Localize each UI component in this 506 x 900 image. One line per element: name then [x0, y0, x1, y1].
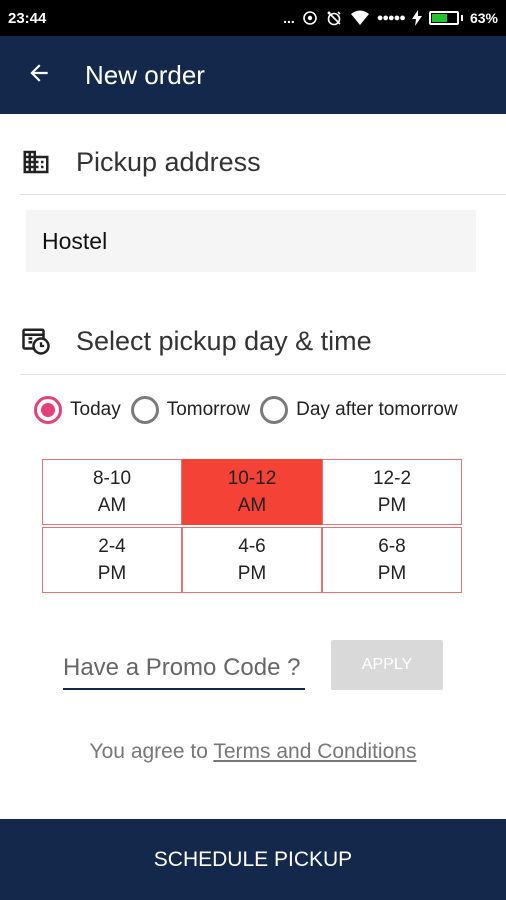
pickup-address-field[interactable]: Hostel	[26, 210, 476, 272]
alarm-off-icon	[325, 9, 343, 27]
wifi-icon	[350, 10, 370, 26]
slot-range: 8-10	[92, 468, 132, 489]
signal-strength: ●●●●●	[376, 12, 406, 24]
status-icons: ... ●●●●● 63%	[283, 9, 498, 27]
radio-button-icon	[260, 396, 289, 424]
promo-code-field	[63, 648, 305, 690]
apply-button[interactable]: APPLY	[331, 640, 443, 690]
battery-icon	[428, 11, 463, 25]
slot-period: AM	[97, 495, 127, 516]
pickup-time-header: Select pickup day & time	[20, 308, 506, 375]
schedule-pickup-button[interactable]: SCHEDULE PICKUP	[0, 819, 506, 900]
time-slot-grid: 8-10 AM 10-12 AM 12-2 PM 2-4 PM 4-6 PM 6…	[42, 459, 463, 595]
slot-range: 6-8	[378, 536, 406, 557]
slot-range: 12-2	[372, 468, 412, 489]
slot-range: 2-4	[98, 536, 126, 557]
time-slot-10-12-am[interactable]: 10-12 AM	[182, 459, 322, 525]
arrow-left-icon	[26, 60, 52, 91]
pickup-time-label: Select pickup day & time	[76, 325, 372, 356]
slot-range: 10-12	[227, 468, 277, 489]
radio-label: Today	[70, 399, 121, 420]
time-slot-4-6-pm[interactable]: 4-6 PM	[182, 527, 322, 593]
promo-code-input[interactable]	[63, 654, 305, 682]
terms-link[interactable]: Terms and Conditions	[213, 740, 416, 763]
time-slot-8-10-am[interactable]: 8-10 AM	[42, 459, 182, 525]
calendar-clock-icon	[20, 325, 52, 357]
terms-text: You agree to Terms and Conditions	[0, 740, 506, 764]
page-title: New order	[85, 59, 205, 90]
status-time: 23:44	[8, 9, 47, 27]
radio-today[interactable]: Today	[34, 396, 121, 424]
back-button[interactable]	[0, 36, 78, 114]
slot-period: PM	[97, 563, 127, 584]
terms-prefix: You agree to	[89, 740, 214, 763]
pickup-address-value: Hostel	[42, 227, 108, 254]
nfc-icon	[302, 10, 318, 26]
building-icon	[20, 146, 52, 178]
radio-button-icon	[130, 396, 159, 424]
radio-label: Tomorrow	[166, 399, 251, 420]
radio-button-icon	[34, 396, 62, 424]
slot-range: 4-6	[238, 536, 266, 557]
time-slot-12-2-pm[interactable]: 12-2 PM	[322, 459, 462, 525]
time-slot-row: 8-10 AM 10-12 AM 12-2 PM	[42, 459, 463, 525]
radio-tomorrow[interactable]: Tomorrow	[130, 396, 251, 424]
time-slot-row: 2-4 PM 4-6 PM 6-8 PM	[42, 527, 463, 593]
slot-period: PM	[377, 495, 407, 516]
charging-icon	[411, 10, 422, 26]
radio-day-after-tomorrow[interactable]: Day after tomorrow	[260, 396, 458, 424]
battery-percent: 63%	[469, 10, 498, 26]
slot-period: PM	[377, 563, 407, 584]
app-bar: New order	[0, 36, 506, 114]
day-options: Today Tomorrow Day after tomorrow	[34, 396, 468, 424]
status-bar: 23:44 ... ●●●●● 63%	[0, 0, 506, 36]
slot-period: AM	[237, 495, 267, 516]
notification-dots: ...	[283, 10, 295, 26]
time-slot-2-4-pm[interactable]: 2-4 PM	[42, 527, 182, 593]
pickup-address-header: Pickup address	[20, 130, 506, 195]
time-slot-6-8-pm[interactable]: 6-8 PM	[322, 527, 462, 593]
pickup-address-label: Pickup address	[76, 146, 261, 177]
radio-label: Day after tomorrow	[296, 399, 458, 420]
slot-period: PM	[237, 563, 267, 584]
